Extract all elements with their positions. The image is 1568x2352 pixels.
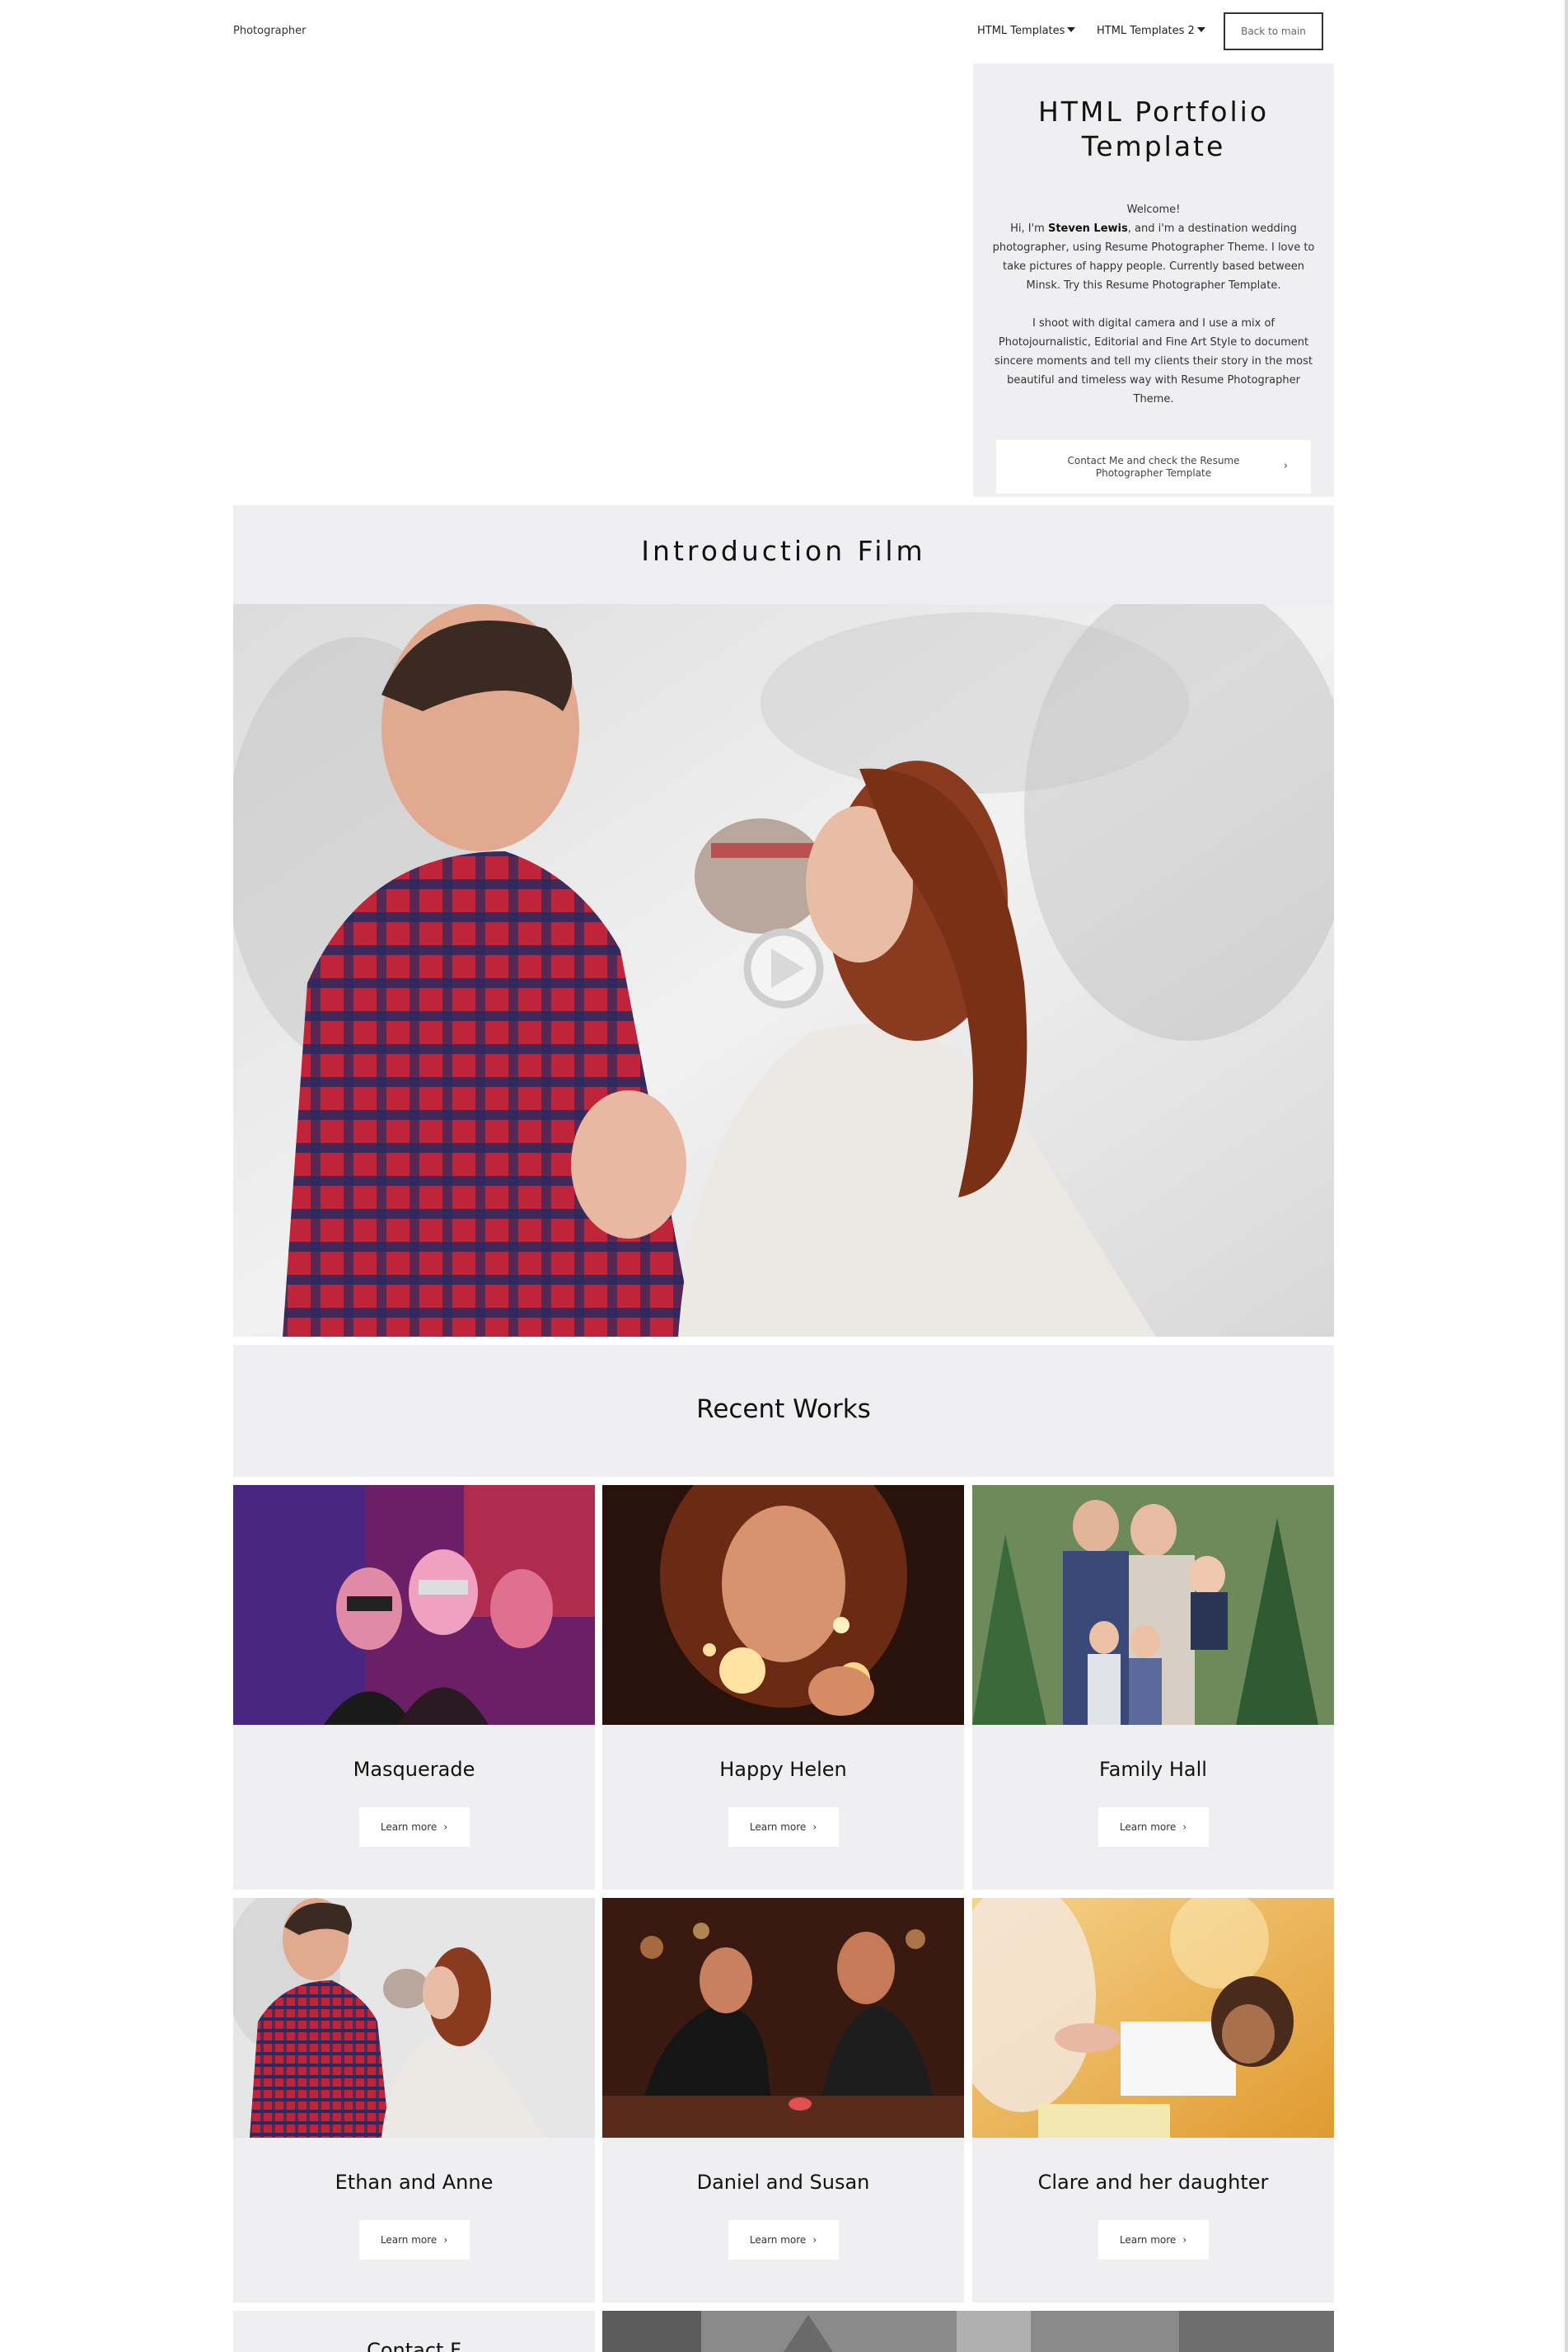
work-image[interactable] — [602, 1485, 964, 1725]
navbar: Photographer HTML Templates HTML Templat… — [0, 0, 1568, 63]
chevron-right-icon: › — [812, 2234, 817, 2246]
chevron-right-icon: › — [1182, 2234, 1187, 2246]
contact-button[interactable]: Contact Me and check the Resume Photogra… — [996, 440, 1311, 494]
work-title: Ethan and Anne — [335, 2171, 494, 2194]
learn-more-button[interactable]: Learn more › — [728, 2220, 839, 2260]
intro-title: HTML Portfolio Template — [1037, 96, 1270, 162]
masquerade-photo — [233, 1485, 595, 1725]
learn-more-label: Learn more — [1119, 1821, 1177, 1833]
work-card-happy-helen: Happy Helen Learn more › — [602, 1485, 964, 1890]
work-card-family-hall: Family Hall Learn more › — [972, 1485, 1334, 1890]
learn-more-label: Learn more — [1119, 2234, 1177, 2246]
intro-paragraph-2: I shoot with digital camera and I use a … — [995, 317, 1313, 405]
learn-more-button[interactable]: Learn more › — [728, 1807, 839, 1847]
welcome-text: Welcome! — [1126, 204, 1181, 216]
recent-works-header: Recent Works — [233, 1345, 1334, 1477]
work-image[interactable] — [602, 1898, 964, 2138]
intro-paragraph-1: Hi, I'm Steven Lewis, and i'm a destinat… — [989, 219, 1318, 295]
work-title: Daniel and Susan — [696, 2171, 870, 2194]
happy-helen-photo — [602, 1485, 964, 1725]
chevron-right-icon: › — [443, 1821, 448, 1833]
work-title: Masquerade — [353, 1758, 475, 1781]
family-hall-photo — [972, 1485, 1334, 1725]
couple-winter-photo — [233, 604, 1334, 1337]
work-image[interactable] — [972, 1898, 1334, 2138]
street-photo-partial — [602, 2311, 1334, 2352]
recent-works-title: Recent Works — [696, 1394, 871, 1424]
bottom-photo-partial — [602, 2311, 1334, 2352]
menu-html-templates-2[interactable]: HTML Templates 2 — [1097, 25, 1205, 37]
menu-html-templates-label: HTML Templates — [977, 25, 1065, 37]
learn-more-label: Learn more — [380, 2234, 438, 2246]
chevron-right-icon: › — [1182, 1821, 1187, 1833]
work-title: Family Hall — [1099, 1758, 1207, 1781]
scrollbar[interactable] — [1565, 0, 1568, 2352]
work-image[interactable] — [233, 1898, 595, 2138]
work-title: Happy Helen — [719, 1758, 847, 1781]
contact-button-label: Contact Me and check the Resume Photogra… — [1067, 454, 1240, 479]
learn-more-label: Learn more — [380, 1821, 438, 1833]
work-card-ethan-and-anne: Ethan and Anne Learn more › — [233, 1898, 595, 2303]
caret-down-icon — [1067, 27, 1076, 32]
work-card-daniel-and-susan: Daniel and Susan Learn more › — [602, 1898, 964, 2303]
learn-more-button[interactable]: Learn more › — [1098, 1807, 1209, 1847]
chevron-right-icon: › — [1283, 460, 1288, 472]
photographer-name: Steven Lewis — [1047, 223, 1128, 235]
ethan-and-anne-photo — [233, 1898, 595, 2138]
learn-more-button[interactable]: Learn more › — [358, 1807, 470, 1847]
work-card-clare-and-her-daughter: Clare and her daughter Learn more › — [972, 1898, 1334, 2303]
film-title: Introduction Film — [641, 535, 926, 567]
learn-more-button[interactable]: Learn more › — [1098, 2220, 1209, 2260]
intro-card: HTML Portfolio Template Welcome! Hi, I'm… — [973, 63, 1334, 497]
intro-p1-pre: Hi, I'm — [1010, 223, 1048, 235]
brand-link[interactable]: Photographer — [233, 25, 306, 37]
learn-more-label: Learn more — [749, 2234, 807, 2246]
back-to-main-button[interactable]: Back to main — [1224, 12, 1323, 50]
menu-html-templates-2-label: HTML Templates 2 — [1097, 25, 1195, 37]
contact-form-title-partial: Contact F — [367, 2339, 461, 2352]
work-title: Clare and her daughter — [1037, 2171, 1269, 2194]
chevron-right-icon: › — [812, 1821, 817, 1833]
clare-and-daughter-photo — [972, 1898, 1334, 2138]
film-video-thumbnail[interactable] — [233, 604, 1334, 1337]
menu-html-templates[interactable]: HTML Templates — [977, 25, 1076, 37]
daniel-and-susan-photo — [602, 1898, 964, 2138]
caret-down-icon — [1196, 27, 1205, 32]
chevron-right-icon: › — [443, 2234, 448, 2246]
work-image[interactable] — [233, 1485, 595, 1725]
learn-more-button[interactable]: Learn more › — [358, 2220, 470, 2260]
work-image[interactable] — [972, 1485, 1334, 1725]
play-icon[interactable] — [743, 928, 824, 1009]
film-section-header: Introduction Film — [233, 505, 1334, 604]
contact-form-card-partial: Contact F — [233, 2311, 595, 2352]
learn-more-label: Learn more — [749, 1821, 807, 1833]
intro-text: Welcome! Hi, I'm Steven Lewis, and i'm a… — [989, 200, 1318, 409]
work-card-masquerade: Masquerade Learn more › — [233, 1485, 595, 1890]
